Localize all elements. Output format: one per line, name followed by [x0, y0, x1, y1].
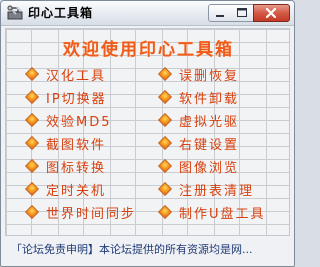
tool-item-undelete-recovery[interactable]: 误删恢复 [157, 65, 240, 84]
tool-item-world-time-sync[interactable]: 世界时间同步 [24, 203, 137, 222]
diamond-bullet-icon [157, 135, 173, 151]
diamond-bullet-icon [24, 158, 40, 174]
diamond-bullet-icon [157, 89, 173, 105]
diamond-bullet-icon [157, 158, 173, 174]
toolbox-icon [7, 5, 23, 20]
welcome-banner: 欢迎使用印心工具箱 [63, 40, 234, 60]
diamond-bullet-icon [157, 204, 173, 220]
tool-label: 效验MD5 [46, 114, 112, 130]
diamond-bullet-icon [24, 181, 40, 197]
tool-label: 图标转换 [46, 160, 107, 176]
brick-panel: 欢迎使用印心工具箱 汉化工具 IP切换器 效验MD5 截图软件 图标转换 定时关… [5, 28, 290, 236]
tool-label: IP切换器 [46, 91, 107, 107]
maximize-icon [237, 8, 247, 17]
tool-item-usb-maker[interactable]: 制作U盘工具 [157, 203, 266, 222]
app-window: 印心工具箱 欢迎使用印心工具箱 汉化工具 IP切换器 效验MD5 截图软件 图标… [0, 0, 295, 267]
tool-item-ip-switcher[interactable]: IP切换器 [24, 88, 107, 107]
tool-label: 世界时间同步 [46, 206, 137, 222]
disclaimer-text: 「论坛免责申明】本论坛提供的所有资源均是网... [11, 243, 253, 256]
tool-item-scheduled-shutdown[interactable]: 定时关机 [24, 180, 107, 199]
tool-label: 汉化工具 [46, 68, 107, 84]
minimize-icon [216, 15, 224, 17]
close-icon [265, 7, 277, 19]
diamond-bullet-icon [24, 112, 40, 128]
diamond-bullet-icon [157, 66, 173, 82]
diamond-bullet-icon [157, 112, 173, 128]
tool-item-screenshot[interactable]: 截图软件 [24, 134, 107, 153]
diamond-bullet-icon [24, 135, 40, 151]
tool-label: 图像浏览 [179, 160, 240, 176]
tool-item-chinese-localization[interactable]: 汉化工具 [24, 65, 107, 84]
tool-item-context-menu-settings[interactable]: 右键设置 [157, 134, 240, 153]
tool-item-registry-cleaner[interactable]: 注册表清理 [157, 180, 255, 199]
tool-label: 制作U盘工具 [179, 206, 266, 222]
maximize-button[interactable] [231, 4, 254, 22]
tool-item-icon-convert[interactable]: 图标转换 [24, 157, 107, 176]
tool-label: 注册表清理 [179, 183, 255, 199]
tool-item-image-viewer[interactable]: 图像浏览 [157, 157, 240, 176]
diamond-bullet-icon [24, 89, 40, 105]
tool-label: 截图软件 [46, 137, 107, 153]
tool-item-software-uninstall[interactable]: 软件卸载 [157, 88, 240, 107]
title-bar[interactable]: 印心工具箱 [1, 1, 294, 26]
minimize-button[interactable] [208, 4, 232, 22]
diamond-bullet-icon [24, 204, 40, 220]
close-button[interactable] [253, 4, 290, 22]
window-title: 印心工具箱 [28, 6, 94, 20]
diamond-bullet-icon [157, 181, 173, 197]
tool-item-virtual-drive[interactable]: 虚拟光驱 [157, 111, 240, 130]
tool-label: 误删恢复 [179, 68, 240, 84]
tool-label: 右键设置 [179, 137, 240, 153]
tool-item-md5-check[interactable]: 效验MD5 [24, 111, 112, 130]
tool-label: 定时关机 [46, 183, 107, 199]
tool-label: 软件卸载 [179, 91, 240, 107]
diamond-bullet-icon [24, 66, 40, 82]
tool-label: 虚拟光驱 [179, 114, 240, 130]
